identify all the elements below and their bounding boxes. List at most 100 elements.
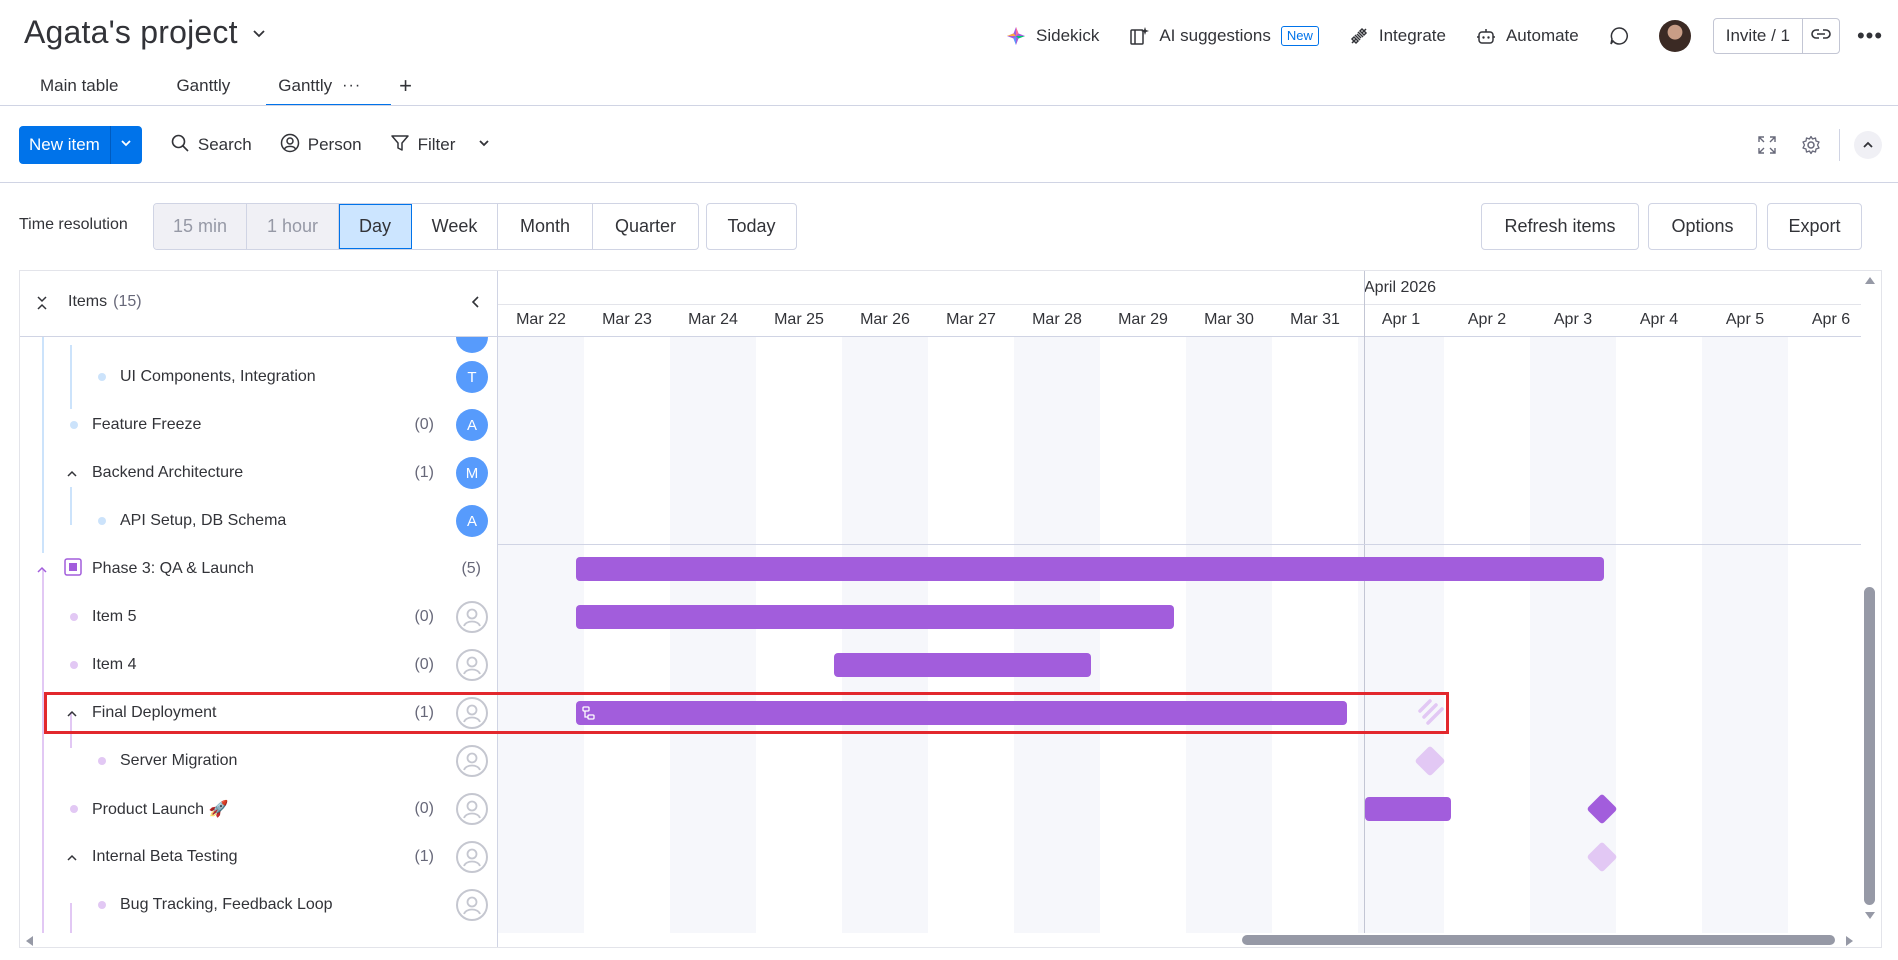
empty-person-icon[interactable] <box>456 649 488 681</box>
search-label: Search <box>197 135 252 154</box>
list-item[interactable]: UI Components, Integration T <box>20 353 497 401</box>
scroll-up-icon[interactable] <box>1864 275 1876 285</box>
project-title[interactable]: Agata's project <box>24 14 238 51</box>
weekend-column <box>498 337 584 933</box>
chevron-up-icon[interactable] <box>36 563 48 575</box>
empty-person-icon[interactable] <box>456 697 488 729</box>
list-item[interactable]: Internal Beta Testing (1) <box>20 833 497 881</box>
list-item[interactable]: Backend Architecture (1) M <box>20 449 497 497</box>
item-dot <box>70 421 78 429</box>
collapse-all-icon[interactable] <box>34 295 50 316</box>
chevron-down-icon[interactable] <box>477 135 491 155</box>
vertical-scrollbar[interactable] <box>1859 271 1881 933</box>
avatar[interactable] <box>456 337 488 353</box>
horizontal-scrollbar[interactable] <box>20 931 1861 947</box>
resolution-15min[interactable]: 15 min <box>154 204 247 249</box>
project-title-row[interactable]: Agata's project <box>24 14 270 51</box>
new-item-button[interactable]: New item <box>19 126 110 164</box>
export-button[interactable]: Export <box>1767 203 1862 250</box>
empty-person-icon[interactable] <box>456 601 488 633</box>
user-avatar[interactable] <box>1658 20 1691 52</box>
person-filter-button[interactable]: Person <box>280 133 362 158</box>
list-item[interactable]: Bug Tracking, Feedback Loop <box>20 881 497 929</box>
today-button[interactable]: Today <box>706 203 797 250</box>
day-label: Apr 6 <box>1811 311 1851 328</box>
items-header: Items (15) <box>20 271 497 337</box>
group-row[interactable]: Phase 3: QA & Launch (5) <box>20 545 497 593</box>
resolution-week[interactable]: Week <box>412 204 498 249</box>
tab-main-table[interactable]: Main table <box>20 66 138 106</box>
scroll-left-icon[interactable] <box>24 935 34 947</box>
list-item[interactable]: Server Migration <box>20 737 497 785</box>
avatar[interactable]: A <box>456 409 488 441</box>
chevron-up-icon[interactable] <box>66 707 78 719</box>
vertical-scroll-thumb[interactable] <box>1864 587 1875 905</box>
new-item-dropdown[interactable] <box>109 126 142 164</box>
drag-handle-icon[interactable] <box>1416 697 1446 727</box>
fullscreen-icon[interactable] <box>1745 135 1789 155</box>
invite-group: Invite / 1 <box>1712 18 1840 54</box>
scroll-down-icon[interactable] <box>1864 911 1876 921</box>
chevron-up-icon[interactable] <box>66 467 78 479</box>
list-item[interactable]: Final Deployment (1) <box>20 689 497 737</box>
chevron-left-icon[interactable] <box>469 295 483 314</box>
chevron-up-icon <box>1854 131 1882 159</box>
item-count: (0) <box>414 800 434 817</box>
filter-button[interactable]: Filter <box>390 133 492 158</box>
ai-suggestions-label: AI suggestions <box>1159 26 1271 45</box>
group-separator <box>498 544 1861 545</box>
copy-link-button[interactable] <box>1803 19 1839 53</box>
gear-icon[interactable] <box>1789 135 1833 155</box>
empty-person-icon[interactable] <box>456 793 488 825</box>
updates-button[interactable] <box>1609 26 1629 46</box>
search-button[interactable]: Search <box>170 133 252 158</box>
avatar[interactable]: T <box>456 361 488 393</box>
ai-suggestions-button[interactable]: AI suggestions New <box>1129 26 1319 46</box>
integrate-button[interactable]: Integrate <box>1349 26 1446 46</box>
more-options-icon[interactable]: ••• <box>1856 23 1884 49</box>
final-deployment-bar[interactable] <box>576 701 1347 725</box>
options-button[interactable]: Options <box>1648 203 1757 250</box>
item4-bar[interactable] <box>834 653 1091 677</box>
tab-ganttly[interactable]: Ganttly <box>156 66 250 106</box>
chevron-up-icon[interactable] <box>66 851 78 863</box>
timeline: April 2026 Mar 22 Mar 23 Mar 24 Mar 25 M… <box>498 271 1861 933</box>
tab-label: Ganttly <box>278 76 333 95</box>
weekend-column <box>1186 337 1272 933</box>
item5-bar[interactable] <box>576 605 1174 629</box>
resolution-month[interactable]: Month <box>498 204 593 249</box>
collapse-header-button[interactable] <box>1846 131 1890 159</box>
invite-button[interactable]: Invite / 1 <box>1714 19 1803 53</box>
list-item[interactable]: Product Launch 🚀 (0) <box>20 785 497 833</box>
avatar[interactable]: M <box>456 457 488 489</box>
day-label: Mar 28 <box>1032 311 1082 328</box>
item-count: (0) <box>414 608 434 625</box>
empty-person-icon[interactable] <box>456 889 488 921</box>
resolution-day[interactable]: Day <box>339 204 412 249</box>
weekend-column <box>1702 337 1788 933</box>
day-header: Mar 22 Mar 23 Mar 24 Mar 25 Mar 26 Mar 2… <box>498 305 1861 337</box>
empty-person-icon[interactable] <box>456 841 488 873</box>
sidekick-button[interactable]: Sidekick <box>1006 26 1099 46</box>
phase3-bar[interactable] <box>576 557 1604 581</box>
list-item[interactable]: API Setup, DB Schema A <box>20 497 497 545</box>
chevron-down-icon[interactable] <box>248 22 270 44</box>
tab-more-icon[interactable]: ··· <box>342 77 361 95</box>
product-launch-bar[interactable] <box>1365 797 1451 821</box>
avatar[interactable]: A <box>456 505 488 537</box>
tab-ganttly-active[interactable]: Ganttly ··· <box>258 66 391 106</box>
item-name: Backend Architecture <box>92 464 244 481</box>
horizontal-scroll-thumb[interactable] <box>1242 935 1835 945</box>
item-count: (1) <box>414 464 434 481</box>
add-view-button[interactable]: + <box>389 66 422 106</box>
empty-person-icon[interactable] <box>456 745 488 777</box>
resolution-quarter[interactable]: Quarter <box>593 204 698 249</box>
automate-button[interactable]: Automate <box>1476 26 1579 46</box>
list-item[interactable]: Item 4 (0) <box>20 641 497 689</box>
refresh-items-button[interactable]: Refresh items <box>1481 203 1639 250</box>
scroll-right-icon[interactable] <box>1845 935 1855 947</box>
person-icon <box>280 133 300 158</box>
resolution-1hour[interactable]: 1 hour <box>247 204 339 249</box>
list-item[interactable]: Item 5 (0) <box>20 593 497 641</box>
list-item[interactable]: Feature Freeze (0) A <box>20 401 497 449</box>
